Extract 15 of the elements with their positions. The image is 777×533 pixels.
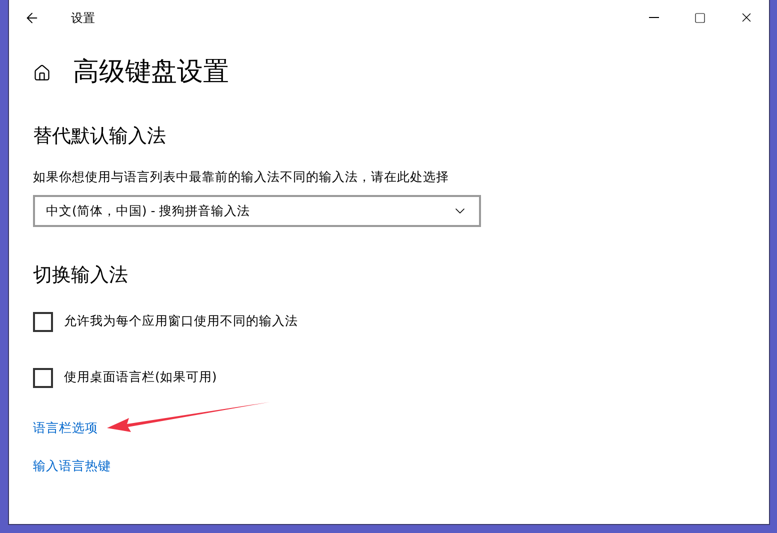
window-title: 设置	[71, 10, 95, 26]
minimize-icon	[649, 17, 659, 18]
section-heading: 替代默认输入法	[33, 124, 167, 149]
checkbox[interactable]	[33, 368, 53, 388]
checkbox-label: 允许我为每个应用窗口使用不同的输入法	[64, 312, 298, 330]
maximize-icon	[694, 12, 706, 24]
input-method-dropdown[interactable]: 中文(简体，中国) - 搜狗拼音输入法	[33, 195, 481, 228]
settings-link[interactable]: 语言栏选项	[33, 418, 98, 438]
description-text: 如果你想使用与语言列表中最靠前的输入法不同的输入法，请在此处选择	[33, 168, 450, 186]
home-icon[interactable]	[33, 64, 51, 82]
section-heading: 切换输入法	[33, 263, 129, 288]
settings-link[interactable]: 输入语言热键	[33, 456, 111, 476]
checkbox-label: 使用桌面语言栏(如果可用)	[64, 368, 217, 386]
page-title: 高级键盘设置	[73, 56, 229, 89]
checkbox[interactable]	[33, 312, 53, 332]
